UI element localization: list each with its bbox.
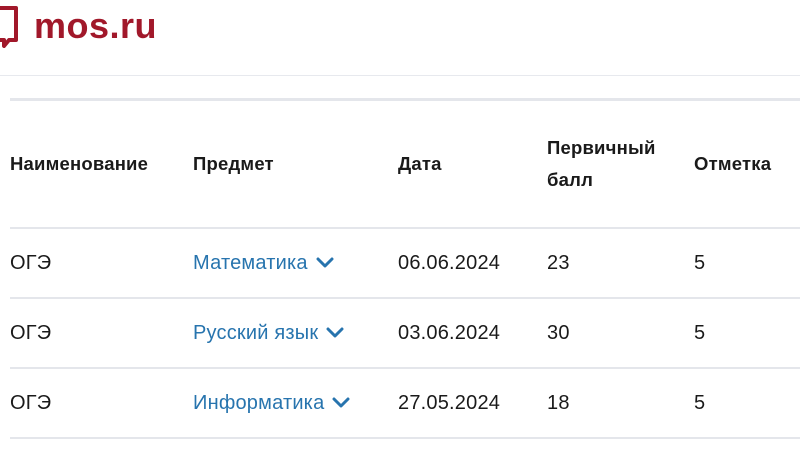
logo-text: mos.ru bbox=[34, 5, 158, 46]
table-row: ОГЭ Русский язык 03.06.2024 30 5 bbox=[10, 299, 800, 369]
column-header-grade: Отметка bbox=[694, 153, 772, 174]
column-header-primary-score: Первичный балл bbox=[547, 101, 692, 227]
subject-link-math[interactable]: Математика bbox=[193, 252, 334, 275]
row-subject: Русский язык bbox=[193, 299, 398, 367]
row-name: ОГЭ bbox=[10, 251, 52, 274]
header-divider bbox=[0, 75, 800, 76]
column-header-name: Наименование bbox=[10, 153, 149, 174]
table-row: ОГЭ Информатика 27.05.2024 18 5 bbox=[10, 369, 800, 439]
row-primary-score: 18 bbox=[547, 391, 570, 414]
row-name: ОГЭ bbox=[10, 391, 52, 414]
column-header-date: Дата bbox=[398, 153, 442, 174]
row-grade: 5 bbox=[694, 391, 706, 414]
chevron-down-icon[interactable] bbox=[326, 327, 344, 339]
column-header-primary-score-label: Первичный балл bbox=[547, 137, 656, 190]
mos-ru-logo-icon bbox=[0, 6, 18, 48]
column-header-subject: Предмет bbox=[193, 153, 274, 174]
chevron-down-icon[interactable] bbox=[316, 257, 334, 269]
subject-link-russian[interactable]: Русский язык bbox=[193, 322, 344, 345]
row-subject: Математика bbox=[193, 229, 398, 297]
page: mos.ru Наименование Предмет Дата Первичн… bbox=[0, 0, 800, 462]
row-name: ОГЭ bbox=[10, 321, 52, 344]
mos-ru-logo[interactable]: mos.ru bbox=[0, 4, 157, 48]
subject-label: Математика bbox=[193, 251, 308, 274]
site-header: mos.ru bbox=[0, 0, 800, 74]
row-date: 03.06.2024 bbox=[398, 321, 501, 344]
row-date: 27.05.2024 bbox=[398, 391, 501, 414]
subject-label: Русский язык bbox=[193, 321, 319, 344]
row-grade: 5 bbox=[694, 321, 706, 344]
table-row: ОГЭ Математика 06.06.2024 23 5 bbox=[10, 229, 800, 299]
row-subject: Информатика bbox=[193, 369, 398, 437]
row-date: 06.06.2024 bbox=[398, 251, 501, 274]
row-primary-score: 23 bbox=[547, 251, 570, 274]
row-primary-score: 30 bbox=[547, 321, 570, 344]
table-header-row: Наименование Предмет Дата Первичный балл… bbox=[10, 101, 800, 229]
subject-label: Информатика bbox=[193, 391, 325, 414]
subject-link-informatics[interactable]: Информатика bbox=[193, 392, 350, 415]
results-table: Наименование Предмет Дата Первичный балл… bbox=[10, 101, 800, 439]
chevron-down-icon[interactable] bbox=[332, 397, 350, 409]
row-grade: 5 bbox=[694, 251, 706, 274]
